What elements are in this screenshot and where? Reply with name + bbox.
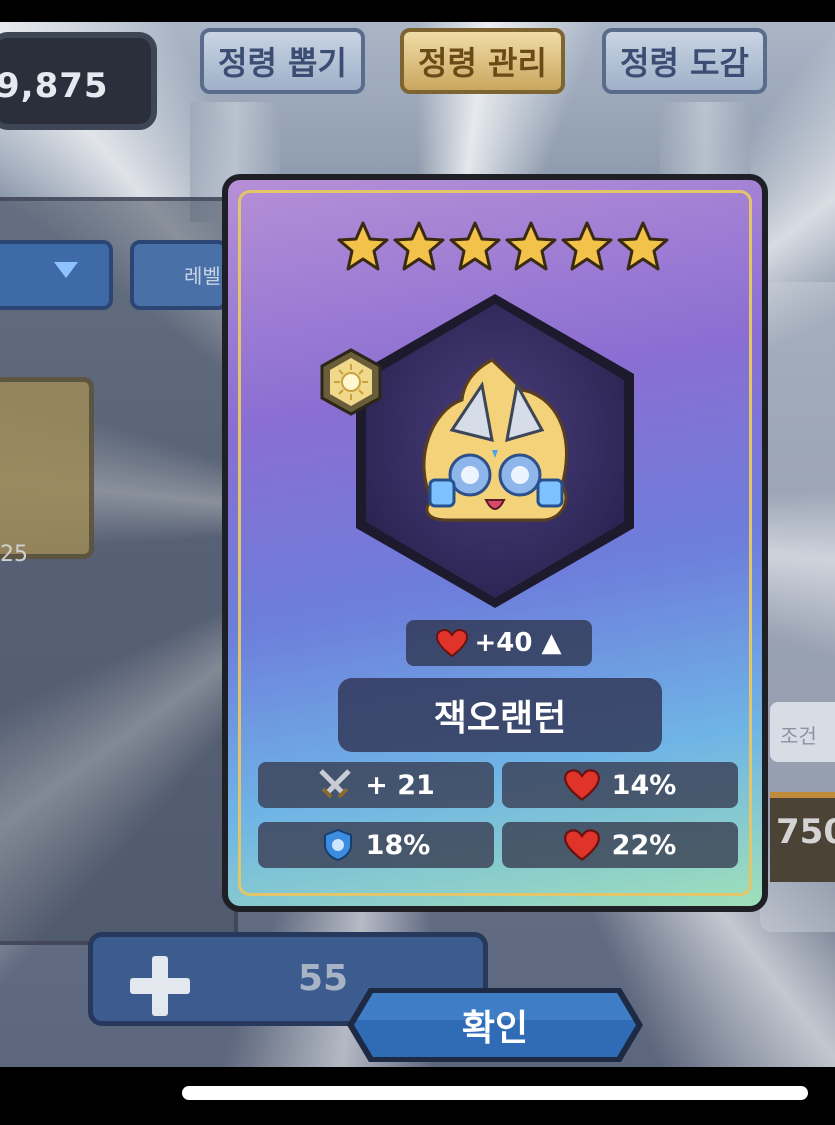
hp-bonus-value: +40 ▲ [474, 628, 562, 658]
tab-spirit-codex[interactable]: 정령 도감 [602, 28, 767, 94]
heart-icon [563, 769, 600, 801]
spirit-result-card: +40 ▲ 잭오랜턴 + 21 14% 18% 22% [222, 174, 768, 912]
shield-icon [323, 828, 352, 862]
confirm-label: 확인 [461, 1008, 529, 1049]
cost-value: 750 [770, 792, 835, 882]
chevron-down-icon [54, 262, 78, 278]
game-scene: 9,875 정령 뽑기 정령 관리 정령 도감 레벨 25 조건 750 55 [0, 22, 835, 1067]
home-indicator[interactable] [182, 1086, 808, 1100]
stat-attack: + 21 [258, 762, 494, 808]
tab-spirit-manage[interactable]: 정령 관리 [400, 28, 565, 94]
plus-icon[interactable] [130, 956, 190, 1016]
spirit-portrait [356, 294, 634, 608]
spirit-card-thumbnail[interactable] [0, 377, 94, 559]
stat-hp-percent: 14% [502, 762, 738, 808]
star-icon [561, 221, 613, 271]
confirm-button[interactable]: 확인 [345, 984, 645, 1066]
hp-bonus-chip: +40 ▲ [406, 620, 592, 666]
sort-dropdown[interactable] [0, 240, 113, 310]
card-level: 25 [0, 542, 28, 567]
stat-defense-value: 18% [365, 829, 431, 861]
heart-icon [563, 829, 600, 861]
stat-hp-percent-2: 22% [502, 822, 738, 868]
star-icon [617, 221, 669, 271]
heart-icon [436, 629, 469, 657]
level-filter-dropdown[interactable]: 레벨 [130, 240, 228, 310]
stat-hp2-value: 22% [611, 829, 677, 861]
currency-box: 9,875 [0, 32, 157, 130]
stat-hp-value: 14% [611, 769, 677, 801]
tab-spirit-draw[interactable]: 정령 뽑기 [200, 28, 365, 94]
stat-attack-value: + 21 [365, 769, 435, 801]
bottom-count: 55 [298, 958, 349, 999]
star-icon [449, 221, 501, 271]
filter-label: 레벨 [184, 264, 221, 288]
spirit-name: 잭오랜턴 [433, 698, 567, 739]
currency-amount: 9,875 [0, 66, 109, 106]
swords-icon [319, 769, 351, 799]
condition-label: 조건 [770, 702, 835, 762]
sun-element-icon [320, 348, 382, 416]
star-icon [505, 221, 557, 271]
star-icon [393, 221, 445, 271]
star-rating [336, 220, 670, 274]
spirit-name-box: 잭오랜턴 [338, 678, 662, 752]
stat-defense: 18% [258, 822, 494, 868]
star-icon [337, 221, 389, 271]
